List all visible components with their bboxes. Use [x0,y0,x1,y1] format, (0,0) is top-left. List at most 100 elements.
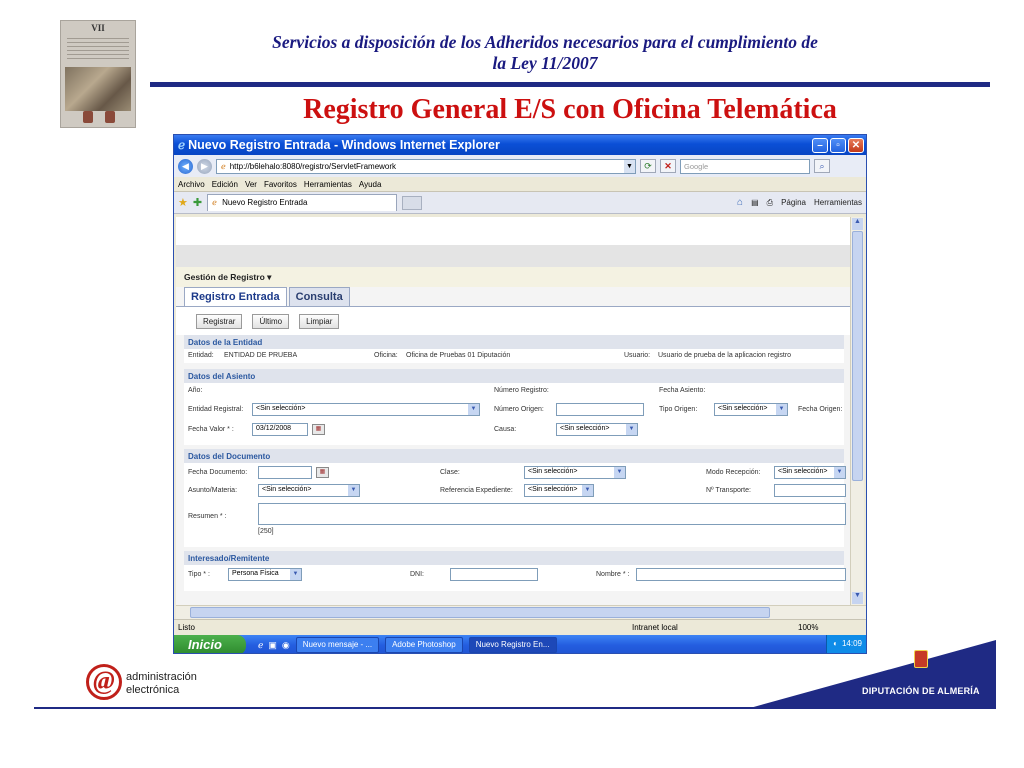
tipo-select[interactable]: Persona Física ▼ [228,568,302,581]
asunto-select[interactable]: <Sin selección> ▼ [258,484,360,497]
tab-row: ★ ✚ ℯ Nuevo Registro Entrada ⌂ ▤ ⎙ Págin… [174,192,866,214]
chevron-down-icon: ▼ [834,467,845,478]
menu-ver[interactable]: Ver [245,180,257,189]
action-buttons: Registrar Último Limpiar [176,307,852,335]
chevron-down-icon[interactable]: ▼ [624,159,635,173]
address-bar[interactable]: ℯ http://b6lehalo:8080/registro/ServletF… [216,158,636,174]
quick-launch: ℯ ▣ ◉ [258,640,290,651]
browser-tab[interactable]: ℯ Nuevo Registro Entrada [207,194,398,211]
page-icon: ℯ [212,198,217,207]
crest-icon [105,111,115,123]
task-photoshop[interactable]: Adobe Photoshop [385,637,463,653]
oficina-label: Oficina: [374,352,398,359]
search-icon[interactable]: ⌕ [814,159,830,173]
window-title: Nuevo Registro Entrada - Windows Interne… [188,138,500,152]
ie-quicklaunch-icon[interactable]: ℯ [258,640,263,651]
modo-recepcion-select[interactable]: <Sin selección> ▼ [774,466,846,479]
tab-consulta[interactable]: Consulta [288,287,350,306]
resumen-textarea[interactable] [258,503,846,525]
crest-icon [83,111,93,123]
transporte-input[interactable] [774,484,846,497]
page-menu[interactable]: Página [781,198,806,207]
close-button[interactable]: ✕ [848,137,864,153]
referencia-select[interactable]: <Sin selección> ▼ [524,484,594,497]
ie-logo-icon: ℯ [178,138,186,152]
status-zone: Intranet local [632,622,678,632]
app-quicklaunch-icon[interactable]: ◉ [282,640,290,651]
logo-line2: electrónica [126,684,180,696]
section-asiento-title: Datos del Asiento [184,369,844,383]
add-favorite-icon[interactable]: ✚ [193,196,202,209]
section-entidad: Datos de la Entidad Entidad: ENTIDAD DE … [184,335,844,363]
entidad-registral-select[interactable]: <Sin selección> ▼ [252,403,480,416]
search-input[interactable]: Google [680,158,810,174]
tray-icon[interactable]: ◐ [833,639,838,651]
new-tab-button[interactable] [402,195,423,210]
feeds-icon[interactable]: ▤ [751,198,759,207]
asunto-label: Asunto/Materia: [188,487,238,494]
section-documento-title: Datos del Documento [184,449,844,463]
refresh-button[interactable]: ⟳ [640,159,656,173]
menu-archivo[interactable]: Archivo [178,180,205,189]
numero-origen-input[interactable] [556,403,644,416]
menu-edicion[interactable]: Edición [212,180,238,189]
diputacion-crest-icon [914,650,928,668]
task-nuevo-mensaje[interactable]: Nuevo mensaje - ... [295,637,380,653]
page-content: Gestión de Registro ▾ Registro Entrada C… [176,217,852,605]
entidad-value: ENTIDAD DE PRUEBA [224,352,298,359]
maximize-button[interactable]: ▫ [830,137,846,153]
back-button[interactable]: ◀ [178,158,193,174]
zoom-level[interactable]: 100% [798,623,866,632]
menu-herramientas[interactable]: Herramientas [304,180,352,189]
calendar-icon[interactable]: ▦ [312,424,325,435]
gestion-menu[interactable]: Gestión de Registro ▾ [176,267,852,287]
ultimo-button[interactable]: Último [252,313,290,329]
vertical-scroll-thumb[interactable] [852,231,863,481]
forward-button[interactable]: ▶ [197,158,212,174]
status-text: Listo [178,622,195,632]
tipo-origen-select[interactable]: <Sin selección> ▼ [714,403,788,416]
calendar-icon[interactable]: ▦ [316,467,329,478]
horizontal-scrollbar[interactable] [176,605,866,619]
minimize-button[interactable]: – [812,137,828,153]
horizontal-scroll-thumb[interactable] [190,607,770,618]
asunto-value: <Sin selección> [262,486,312,493]
content-grey-bar [176,245,852,267]
task-nuevo-registro[interactable]: Nuevo Registro En... [468,637,557,653]
fecha-origen-label: Fecha Origen: [798,406,843,413]
tab-registro-entrada[interactable]: Registro Entrada [184,287,287,306]
home-icon[interactable]: ⌂ [737,197,743,208]
menu-bar: Archivo Edición Ver Favoritos Herramient… [174,177,866,192]
transporte-label: Nº Transporte: [706,487,751,494]
causa-select[interactable]: <Sin selección> ▼ [556,423,638,436]
system-tray: ◐ 14:09 [826,635,866,653]
scroll-up-icon[interactable]: ▲ [852,218,863,230]
fecha-valor-input[interactable]: 03/12/2008 [252,423,308,436]
event-poster-thumbnail: VII [60,20,136,128]
print-icon[interactable]: ⎙ [767,198,773,208]
clase-select[interactable]: <Sin selección> ▼ [524,466,626,479]
limpiar-button[interactable]: Limpiar [299,313,340,329]
folder-quicklaunch-icon[interactable]: ▣ [268,640,277,651]
favorites-star-icon[interactable]: ★ [178,196,188,209]
dni-input[interactable] [450,568,538,581]
tipo-origen-value: <Sin selección> [718,405,768,412]
stop-button[interactable]: ✕ [660,159,676,173]
menu-favoritos[interactable]: Favoritos [264,180,297,189]
tools-menu[interactable]: Herramientas [814,198,862,207]
start-button[interactable]: Inicio [174,635,246,653]
usuario-label: Usuario: [624,352,651,359]
section-documento: Datos del Documento Fecha Documento: ▦ C… [184,449,846,547]
section-interesado-title: Interesado/Remitente [184,551,844,565]
nombre-input[interactable] [636,568,846,581]
slide-header-line1: Servicios a disposición de los Adheridos… [272,32,818,52]
fecha-documento-input[interactable] [258,466,312,479]
thumbnail-photo [65,67,131,111]
vertical-scrollbar[interactable]: ▲ ▼ [850,217,864,605]
window-titlebar: ℯ Nuevo Registro Entrada - Windows Inter… [174,135,866,155]
menu-ayuda[interactable]: Ayuda [359,180,382,189]
chevron-down-icon: ▼ [348,485,359,496]
registrar-button[interactable]: Registrar [196,313,243,329]
resumen-label: Resumen * : [188,513,227,520]
scroll-down-icon[interactable]: ▼ [852,592,863,604]
